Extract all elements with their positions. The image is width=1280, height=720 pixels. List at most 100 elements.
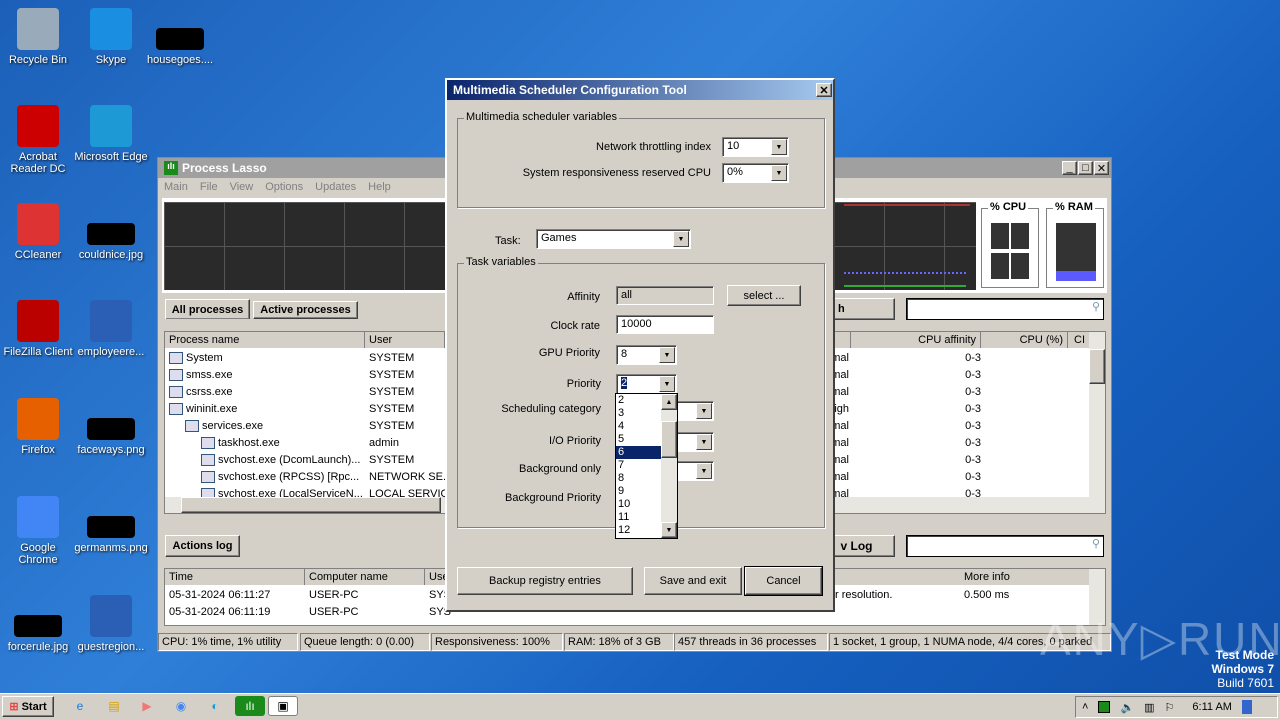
- column-header[interactable]: CPU affinity: [851, 332, 981, 348]
- priority-option[interactable]: 6: [616, 446, 661, 459]
- process-user: SYSTEM: [369, 385, 415, 398]
- search-icon: ⚲: [1091, 538, 1100, 550]
- menu-updates[interactable]: Updates: [315, 181, 356, 193]
- minimize-button[interactable]: _: [1062, 161, 1077, 175]
- process-lasso-icon: ılı: [164, 161, 178, 175]
- desktop-icon-image: [17, 496, 59, 538]
- ram-fill: [1056, 270, 1096, 281]
- menu-view[interactable]: View: [230, 181, 254, 193]
- tab-active-processes[interactable]: Active processes: [253, 301, 358, 319]
- network-throttling-select[interactable]: 10 ▼: [722, 137, 789, 157]
- dialog-titlebar: Multimedia Scheduler Configuration Tool: [447, 80, 833, 100]
- desktop-icon[interactable]: guestregion...: [73, 595, 149, 653]
- maximize-button[interactable]: □: [1078, 161, 1093, 175]
- cancel-button[interactable]: Cancel: [744, 566, 823, 596]
- process-icon: [169, 368, 183, 381]
- gpu-priority-select[interactable]: 8 ▼: [616, 345, 677, 365]
- desktop-icon[interactable]: Recycle Bin: [0, 8, 76, 66]
- menu-options[interactable]: Options: [265, 181, 303, 193]
- mmcss-tool-taskbar-icon[interactable]: ▣: [268, 696, 298, 716]
- priority-option[interactable]: 7: [616, 459, 661, 472]
- desktop-icon[interactable]: forcerule.jpg: [0, 595, 76, 653]
- priority-option[interactable]: 10: [616, 498, 661, 511]
- process-name: System: [186, 351, 223, 364]
- priority-option[interactable]: 2: [616, 394, 661, 407]
- desktop-icon[interactable]: couldnice.jpg: [73, 203, 149, 261]
- priority-option[interactable]: 3: [616, 407, 661, 420]
- priority-select[interactable]: 2 ▼: [616, 374, 677, 394]
- tab-actions-log[interactable]: Actions log: [165, 535, 240, 557]
- group-label: Multimedia scheduler variables: [464, 111, 620, 123]
- desktop-icon[interactable]: Microsoft Edge: [73, 105, 149, 163]
- task-select[interactable]: Games ▼: [536, 229, 691, 249]
- flag-icon[interactable]: ⚐: [1165, 701, 1175, 714]
- log-col-time[interactable]: Time: [165, 569, 305, 585]
- dropdown-scrollbar[interactable]: ▲ ▼: [661, 394, 677, 538]
- clock[interactable]: 6:11 AM: [1192, 701, 1232, 713]
- desktop-icon[interactable]: Acrobat Reader DC: [0, 105, 76, 175]
- tray-app-icon[interactable]: [1098, 701, 1111, 713]
- gpu-priority-label: GPU Priority: [538, 347, 600, 359]
- column-header[interactable]: User: [365, 332, 445, 348]
- desktop-icon[interactable]: germanms.png: [73, 496, 149, 554]
- priority-option[interactable]: 8: [616, 472, 661, 485]
- ie-taskbar-icon[interactable]: e: [69, 696, 91, 716]
- explorer-taskbar-icon[interactable]: ▤: [103, 696, 125, 716]
- show-desktop-icon[interactable]: [1241, 700, 1252, 714]
- search-button[interactable]: h: [833, 298, 895, 320]
- column-header[interactable]: CI: [1068, 332, 1090, 348]
- clock-rate-input[interactable]: 10000: [616, 315, 714, 334]
- log-search-input[interactable]: ⚲: [906, 535, 1104, 557]
- priority-option[interactable]: 11: [616, 511, 661, 524]
- affinity-select-button[interactable]: select ...: [727, 285, 801, 306]
- chevron-down-icon: ▼: [696, 434, 712, 450]
- status-bar: CPU: 1% time, 1% utility Queue length: 0 …: [158, 633, 1111, 651]
- network-icon[interactable]: ▥: [1144, 701, 1154, 714]
- backup-registry-button[interactable]: Backup registry entries: [457, 567, 633, 595]
- menu-main[interactable]: Main: [164, 181, 188, 193]
- desktop-icon[interactable]: employeere...: [73, 300, 149, 358]
- priority-option[interactable]: 9: [616, 485, 661, 498]
- menu-help[interactable]: Help: [368, 181, 391, 193]
- tray-expand-icon[interactable]: ˄: [1082, 701, 1088, 713]
- media-player-taskbar-icon[interactable]: ▶: [136, 696, 158, 716]
- priority-option[interactable]: 12: [616, 524, 661, 537]
- save-and-exit-button[interactable]: Save and exit: [644, 567, 742, 595]
- start-button[interactable]: ⊞ Start: [2, 696, 54, 717]
- desktop-icon-image: [87, 223, 135, 245]
- menu-file[interactable]: File: [200, 181, 218, 193]
- system-responsiveness-select[interactable]: 0% ▼: [722, 163, 789, 183]
- priority-dropdown-list[interactable]: 2 3 4 5 6 7 8 9 10 11 12 ▲ ▼: [615, 393, 678, 539]
- edge-taskbar-icon[interactable]: ◐: [204, 696, 226, 716]
- windows-version-text: Windows 7: [1211, 662, 1274, 676]
- window-title: Process Lasso: [182, 161, 267, 175]
- column-header[interactable]: Process name: [165, 332, 365, 348]
- chrome-taskbar-icon[interactable]: ◉: [170, 696, 192, 716]
- desktop-icon[interactable]: FileZilla Client: [0, 300, 76, 358]
- scroll-down-button[interactable]: ▼: [661, 522, 677, 538]
- process-lasso-taskbar-icon[interactable]: ılı: [235, 696, 265, 716]
- volume-icon[interactable]: 🔈: [1120, 701, 1134, 714]
- desktop-icon[interactable]: CCleaner: [0, 203, 76, 261]
- log-col-computer[interactable]: Computer name: [305, 569, 425, 585]
- priority-option[interactable]: 4: [616, 420, 661, 433]
- tab-all-processes[interactable]: All processes: [165, 299, 250, 319]
- scroll-up-button[interactable]: ▲: [661, 394, 677, 410]
- process-name: smss.exe: [186, 368, 233, 381]
- desktop-icon[interactable]: Google Chrome: [0, 496, 76, 566]
- desktop-icon-label: employeere...: [77, 346, 145, 358]
- desktop-icon[interactable]: Skype: [73, 8, 149, 66]
- desktop-icon[interactable]: Firefox: [0, 398, 76, 456]
- desktop-icon[interactable]: faceways.png: [73, 398, 149, 456]
- log-col-more-info[interactable]: More info: [960, 569, 1090, 585]
- priority-option[interactable]: 5: [616, 433, 661, 446]
- desktop-icon[interactable]: housegoes....: [142, 8, 218, 66]
- vertical-scrollbar[interactable]: [1089, 332, 1105, 513]
- dialog-close-button[interactable]: ✕: [816, 83, 832, 97]
- close-button[interactable]: ✕: [1094, 161, 1109, 175]
- column-header[interactable]: CPU (%): [981, 332, 1068, 348]
- desktop-icon-image: [87, 516, 135, 538]
- desktop-icon-label: guestregion...: [77, 641, 145, 653]
- scroll-thumb[interactable]: [661, 421, 677, 458]
- process-search-input[interactable]: ⚲: [906, 298, 1104, 320]
